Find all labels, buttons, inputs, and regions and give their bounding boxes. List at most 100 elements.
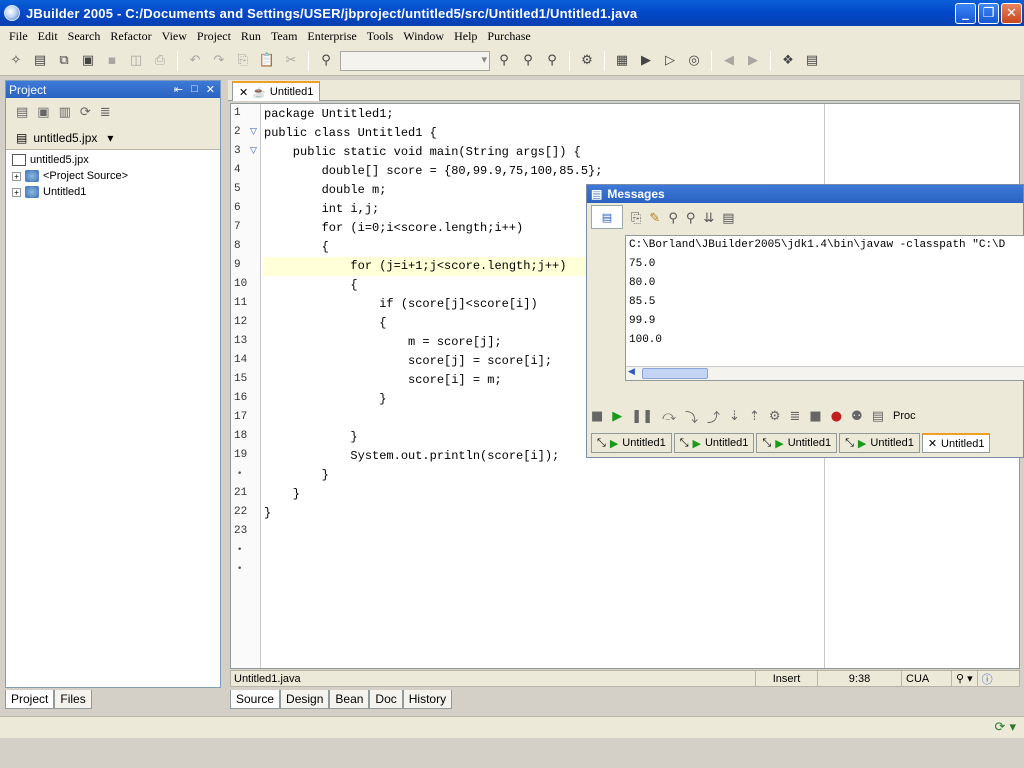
forward-icon[interactable]: ▶: [743, 51, 763, 71]
pin-tab-icon[interactable]: ⤡: [762, 437, 771, 450]
fold-icon[interactable]: ▽: [250, 128, 259, 137]
scrollbar-thumb[interactable]: [642, 368, 708, 379]
refresh-icon[interactable]: ⟳: [80, 105, 91, 120]
properties-icon[interactable]: ≣: [100, 105, 111, 120]
expand-icon[interactable]: +: [12, 171, 21, 181]
close-panel-icon[interactable]: ✕: [206, 83, 215, 96]
add-package-icon[interactable]: ▣: [37, 105, 49, 120]
save-icon[interactable]: ▪: [102, 51, 122, 71]
step-over-icon[interactable]: ⤼: [662, 409, 676, 424]
minimize-button[interactable]: _: [955, 3, 976, 24]
messages-title-bar[interactable]: ▤ Messages: [587, 185, 1023, 203]
undo-icon[interactable]: ↶: [185, 51, 205, 71]
show-current-frame-icon[interactable]: ≣: [790, 409, 801, 424]
step-into-icon[interactable]: ⤵: [685, 407, 698, 426]
tab-design[interactable]: Design: [280, 690, 330, 709]
tree-item-project[interactable]: untitled5.jpx: [6, 152, 220, 168]
tab-bean[interactable]: Bean: [329, 690, 370, 709]
breakpoint-icon[interactable]: ●: [831, 409, 842, 424]
reopen-icon[interactable]: ⧉: [54, 51, 74, 71]
fold-icon[interactable]: ▽: [250, 147, 259, 156]
horizontal-scrollbar[interactable]: ◀: [626, 366, 1024, 380]
breakpoint-dot-icon[interactable]: •: [237, 565, 246, 574]
restore-button[interactable]: ❐: [978, 3, 999, 24]
tab-files[interactable]: Files: [54, 690, 92, 709]
optimize-icon[interactable]: ◎: [684, 51, 704, 71]
close-button[interactable]: ✕: [1001, 3, 1022, 24]
menu-enterprise[interactable]: Enterprise: [302, 29, 361, 44]
back-icon[interactable]: ◀: [719, 51, 739, 71]
tab-source[interactable]: Source: [230, 690, 281, 709]
wrap-icon[interactable]: ⇊: [703, 211, 714, 226]
breakpoint-dot-icon[interactable]: •: [237, 470, 246, 479]
messages-output[interactable]: C:\Borland\JBuilder2005\jdk1.4\bin\javaw…: [625, 235, 1024, 381]
tree-item-project-source[interactable]: + <Project Source>: [6, 168, 220, 184]
message-tab-active[interactable]: ✕ Untitled1: [921, 433, 991, 453]
menu-file[interactable]: File: [4, 29, 33, 44]
close-icon[interactable]: ✕: [239, 86, 248, 99]
pin-icon[interactable]: ⇤: [174, 83, 183, 96]
menu-refactor[interactable]: Refactor: [105, 29, 156, 44]
breakpoint-dot-icon[interactable]: •: [237, 546, 246, 555]
open-project-icon[interactable]: ▤: [30, 51, 50, 71]
redo-icon[interactable]: ↷: [209, 51, 229, 71]
menu-team[interactable]: Team: [266, 29, 302, 44]
tab-project[interactable]: Project: [5, 690, 55, 709]
close-file-icon[interactable]: ▣: [78, 51, 98, 71]
menu-view[interactable]: View: [157, 29, 192, 44]
pin-tab-icon[interactable]: ⤡: [680, 437, 689, 450]
watch-icon[interactable]: ⚉: [851, 409, 863, 424]
tree-item-untitled1[interactable]: + Untitled1: [6, 184, 220, 200]
tab-doc[interactable]: Doc: [369, 690, 403, 709]
project-selector[interactable]: ▤ untitled5.jpx ▾: [6, 126, 220, 150]
copy-icon[interactable]: ⎘: [233, 51, 253, 71]
pin-tab-icon[interactable]: ⤡: [597, 437, 606, 450]
status-cursor-position[interactable]: 9:38: [817, 671, 901, 686]
paste-icon[interactable]: 📋: [257, 51, 277, 71]
output-options-icon[interactable]: ▤: [722, 211, 734, 226]
remove-icon[interactable]: ▥: [59, 105, 71, 120]
run-icon[interactable]: ▶: [636, 51, 656, 71]
new-file-icon[interactable]: ✧: [6, 51, 26, 71]
pause-icon[interactable]: ❚❚: [631, 409, 653, 424]
console-icon[interactable]: ▤: [591, 205, 623, 229]
clear-icon[interactable]: ✎: [649, 211, 660, 226]
pin-tab-icon[interactable]: ⤡: [845, 437, 854, 450]
menu-search[interactable]: Search: [63, 29, 106, 44]
message-tab[interactable]: ⤡ ▶ Untitled1: [591, 433, 672, 453]
run-to-cursor-icon[interactable]: ⇣: [729, 409, 740, 424]
message-tab[interactable]: ⤡ ▶ Untitled1: [756, 433, 838, 453]
menu-run[interactable]: Run: [236, 29, 266, 44]
search-combo[interactable]: [340, 50, 490, 71]
window-layout-icon[interactable]: ▤: [802, 51, 822, 71]
close-icon[interactable]: ✕: [928, 437, 937, 450]
find-next-icon[interactable]: ⚲: [686, 211, 696, 226]
menu-window[interactable]: Window: [398, 29, 449, 44]
smart-step-icon[interactable]: ⇡: [749, 409, 760, 424]
help-topics-icon[interactable]: ❖: [778, 51, 798, 71]
make-icon[interactable]: ⚙: [577, 51, 597, 71]
find-classes-icon[interactable]: ⚲: [542, 51, 562, 71]
editor-tab-untitled1[interactable]: ✕ ☕ Untitled1: [232, 81, 321, 101]
step-out-icon[interactable]: ⤴: [707, 407, 720, 426]
sync-icon[interactable]: ⟳ ▾: [994, 720, 1016, 735]
cut-icon[interactable]: ✂: [281, 51, 301, 71]
expand-icon[interactable]: +: [12, 187, 21, 197]
maximize-panel-icon[interactable]: □: [191, 83, 198, 96]
rerun-icon[interactable]: ▶: [612, 409, 622, 424]
menu-edit[interactable]: Edit: [33, 29, 63, 44]
debug-icon[interactable]: ▷: [660, 51, 680, 71]
info-icon[interactable]: ⓘ: [976, 671, 997, 686]
scroll-left-icon[interactable]: ◀: [628, 367, 635, 377]
add-files-icon[interactable]: ▤: [16, 105, 28, 120]
frames-icon[interactable]: ▤: [872, 409, 884, 424]
find-icon[interactable]: ⚲: [316, 51, 336, 71]
menu-purchase[interactable]: Purchase: [482, 29, 535, 44]
replace-icon[interactable]: ⚲: [518, 51, 538, 71]
menu-tools[interactable]: Tools: [362, 29, 399, 44]
message-tab[interactable]: ⤡ ▶ Untitled1: [839, 433, 920, 453]
print-icon[interactable]: ⎙: [150, 51, 170, 71]
threads-icon[interactable]: ⚙: [769, 409, 781, 424]
copy-content-icon[interactable]: ⎘: [631, 211, 641, 226]
find-icon[interactable]: ⚲: [668, 211, 678, 226]
